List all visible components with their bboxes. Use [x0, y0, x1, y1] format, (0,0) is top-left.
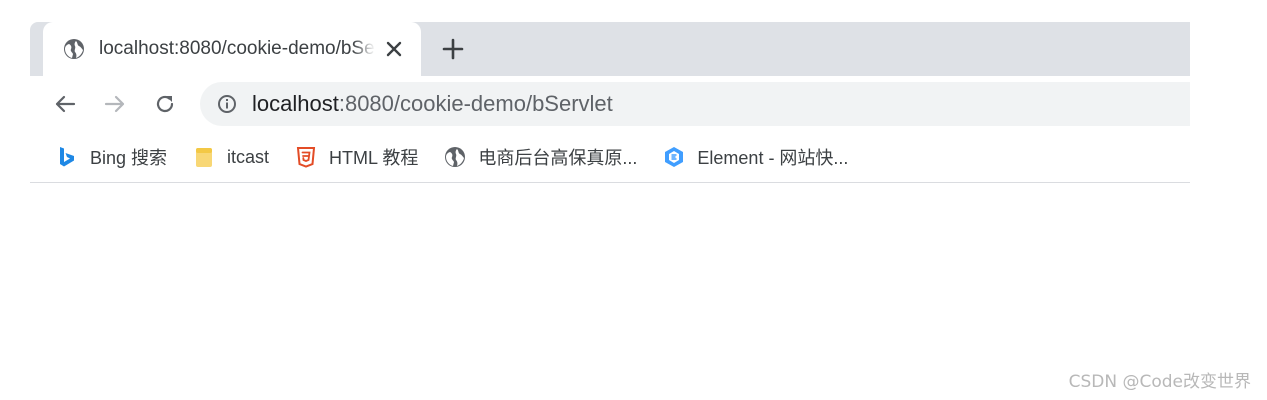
reload-button[interactable] — [150, 89, 180, 119]
reload-icon — [156, 95, 174, 113]
close-icon[interactable] — [383, 38, 405, 60]
url-path: :8080/cookie-demo/bServlet — [338, 91, 613, 116]
bookmark-label: Element - 网站快... — [697, 148, 849, 168]
bookmark-element[interactable]: Element - 网站快... — [663, 144, 848, 170]
toolbar: localhost:8080/cookie-demo/bServlet — [30, 76, 1190, 132]
watermark: CSDN @Code改变世界 — [1068, 372, 1251, 392]
element-icon — [663, 146, 685, 168]
bookmark-ecommerce[interactable]: 电商后台高保真原... — [444, 144, 637, 170]
back-button[interactable] — [50, 89, 80, 119]
bookmark-html-tutorial[interactable]: HTML 教程 — [295, 144, 418, 170]
bookmark-bing[interactable]: Bing 搜索 — [56, 144, 167, 170]
info-icon[interactable] — [216, 93, 238, 115]
address-bar[interactable]: localhost:8080/cookie-demo/bServlet — [200, 82, 1190, 126]
url-host: localhost — [252, 91, 339, 116]
url-text[interactable]: localhost:8080/cookie-demo/bServlet — [252, 91, 613, 117]
new-tab-button[interactable] — [440, 36, 466, 62]
bookmark-itcast[interactable]: itcast — [193, 146, 269, 168]
folder-icon — [193, 146, 215, 168]
forward-button[interactable] — [100, 89, 130, 119]
plus-icon — [442, 38, 464, 60]
bookmark-label: Bing 搜索 — [90, 148, 168, 168]
arrow-right-icon — [104, 95, 125, 113]
bookmarks-bar: Bing 搜索 itcast HTML 教程 电商后台高保真原... Eleme… — [30, 132, 1190, 183]
bing-icon — [56, 146, 78, 168]
tab-active[interactable]: localhost:8080/cookie-demo/bServlet — [43, 22, 421, 76]
tab-title: localhost:8080/cookie-demo/bServlet — [99, 38, 375, 59]
bookmark-label: HTML 教程 — [329, 148, 419, 168]
globe-icon — [63, 38, 85, 60]
globe-icon — [444, 146, 466, 168]
bookmark-label: 电商后台高保真原... — [478, 148, 638, 168]
bookmark-label: itcast — [227, 146, 270, 167]
html5-icon — [295, 146, 317, 168]
tab-strip: localhost:8080/cookie-demo/bServlet — [30, 22, 1190, 76]
arrow-left-icon — [55, 95, 76, 113]
browser-window: localhost:8080/cookie-demo/bServlet — [30, 22, 1190, 183]
